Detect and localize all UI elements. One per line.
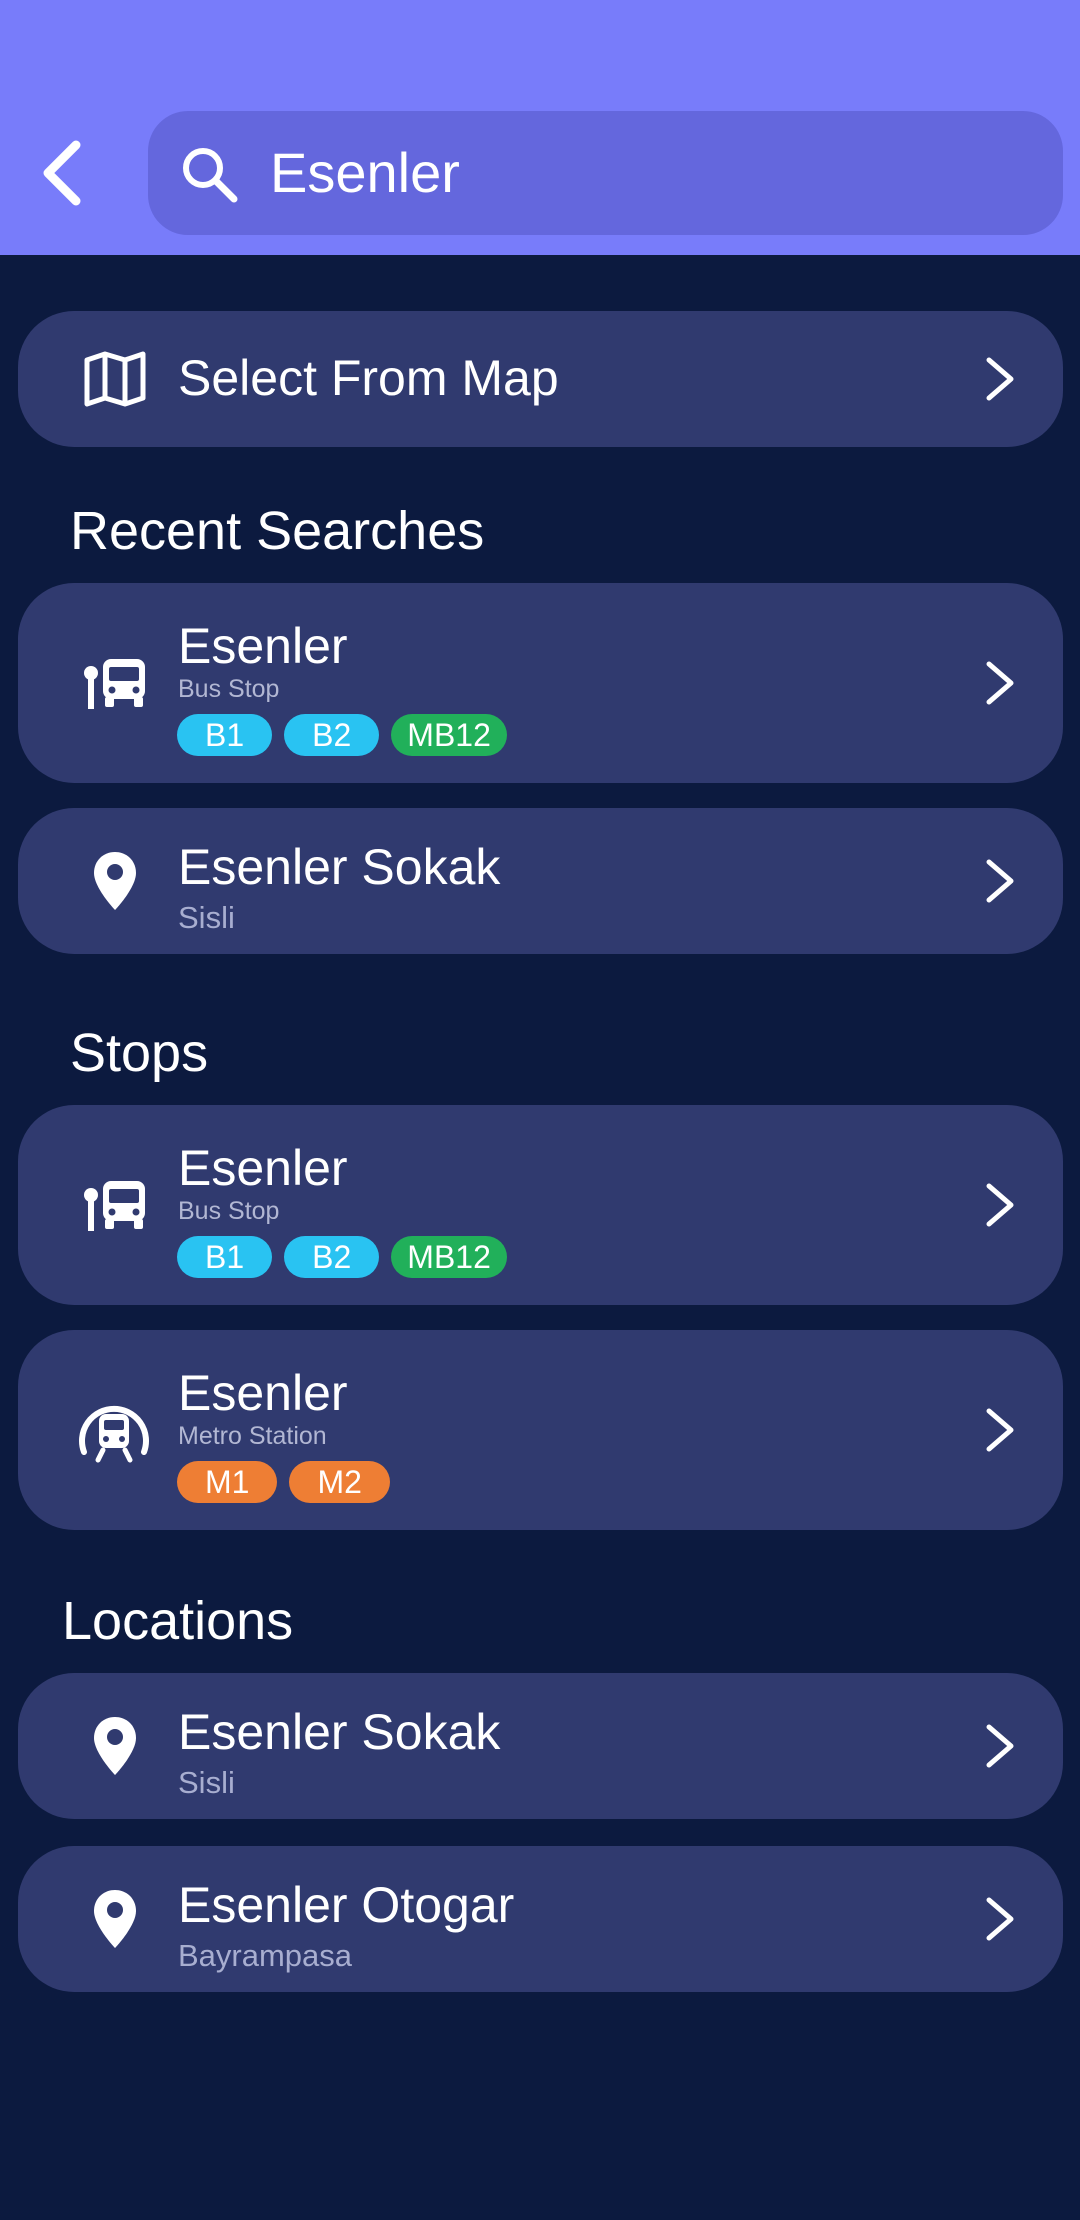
location-pin-icon	[70, 1874, 160, 1964]
stop-type: Bus Stop	[178, 675, 280, 703]
back-button[interactable]	[28, 128, 98, 218]
locations-heading: Locations	[62, 1591, 294, 1651]
bus-stop-icon	[70, 638, 160, 728]
chevron-right-icon	[975, 653, 1025, 713]
metro-station-icon	[64, 1382, 164, 1482]
location-name: Esenler Sokak	[178, 839, 501, 895]
chevron-right-icon	[975, 349, 1025, 409]
map-icon	[70, 334, 160, 424]
stop-name: Esenler	[178, 618, 348, 674]
bus-stop-icon	[70, 1160, 160, 1250]
recent-search-item-esenler-sokak[interactable]: Esenler Sokak Sisli	[18, 808, 1063, 954]
line-badge: MB12	[391, 1236, 507, 1278]
location-subtitle: Sisli	[178, 900, 235, 935]
select-from-map-label: Select From Map	[178, 350, 559, 406]
line-badges: M1 M2	[177, 1461, 390, 1503]
stops-heading: Stops	[70, 1023, 209, 1083]
chevron-right-icon	[975, 851, 1025, 911]
chevron-right-icon	[975, 1889, 1025, 1949]
stop-item-esenler-metro-station[interactable]: Esenler Metro Station M1 M2	[18, 1330, 1063, 1530]
chevron-left-icon	[43, 140, 81, 206]
location-item-esenler-otogar[interactable]: Esenler Otogar Bayrampasa	[18, 1846, 1063, 1992]
line-badge: B1	[177, 714, 273, 756]
chevron-right-icon	[975, 1175, 1025, 1235]
line-badges: B1 B2 MB12	[177, 714, 507, 756]
chevron-right-icon	[975, 1400, 1025, 1460]
line-badge: B2	[284, 1236, 380, 1278]
top-app-bar: Esenler	[0, 0, 1080, 255]
location-name: Esenler Sokak	[178, 1704, 501, 1760]
search-icon	[183, 148, 238, 203]
select-from-map-button[interactable]: Select From Map	[18, 311, 1063, 447]
stop-item-esenler-bus-stop[interactable]: Esenler Bus Stop B1 B2 MB12	[18, 1105, 1063, 1305]
line-badge: B2	[284, 714, 380, 756]
line-badges: B1 B2 MB12	[177, 1236, 507, 1278]
stop-name: Esenler	[178, 1365, 348, 1421]
search-query-text[interactable]: Esenler	[270, 111, 460, 235]
line-badge: B1	[177, 1236, 273, 1278]
line-badge: M1	[177, 1461, 278, 1503]
location-subtitle: Bayrampasa	[178, 1938, 353, 1973]
location-item-esenler-sokak[interactable]: Esenler Sokak Sisli	[18, 1673, 1063, 1819]
location-name: Esenler Otogar	[178, 1877, 515, 1933]
stop-type: Bus Stop	[178, 1197, 280, 1225]
line-badge: M2	[289, 1461, 390, 1503]
line-badge: MB12	[391, 714, 507, 756]
chevron-right-icon	[975, 1716, 1025, 1776]
search-input[interactable]: Esenler	[148, 111, 1063, 235]
recent-search-item-esenler-bus-stop[interactable]: Esenler Bus Stop B1 B2 MB12	[18, 583, 1063, 783]
location-pin-icon	[70, 1701, 160, 1791]
stop-type: Metro Station	[178, 1422, 327, 1450]
location-subtitle: Sisli	[178, 1765, 235, 1800]
location-pin-icon	[70, 836, 160, 926]
stop-name: Esenler	[178, 1140, 348, 1196]
recent-searches-heading: Recent Searches	[70, 501, 485, 561]
